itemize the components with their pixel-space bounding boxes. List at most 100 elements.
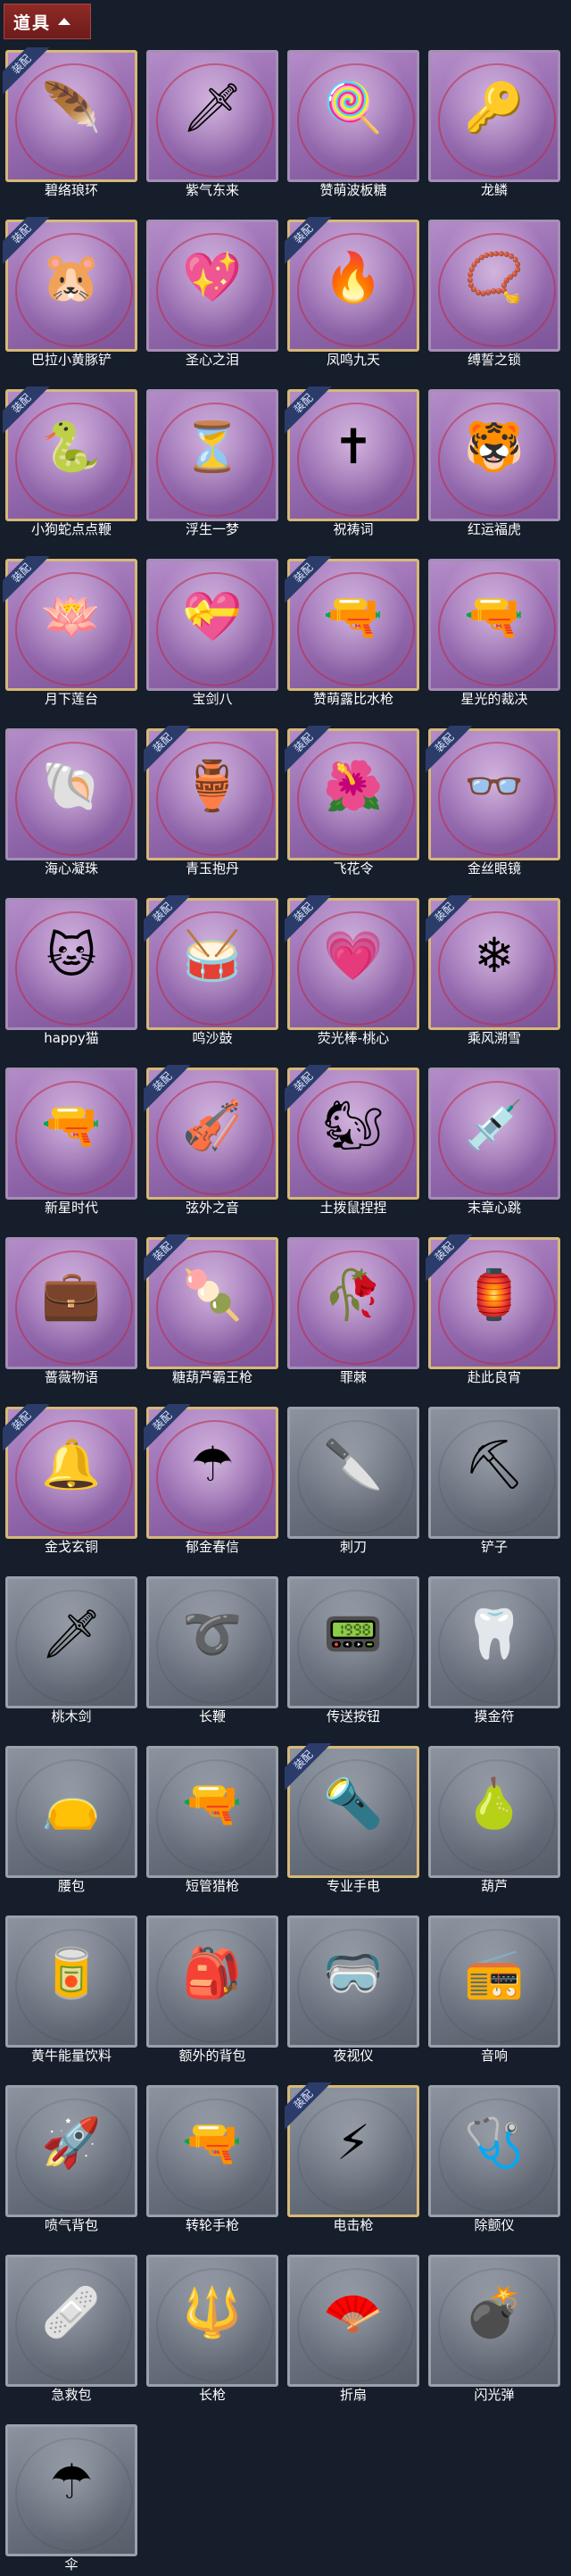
item-card[interactable]: 🩹 急救包	[5, 2255, 137, 2403]
item-name: 长鞭	[198, 1708, 226, 1724]
item-card-frame: 💼	[5, 1237, 137, 1369]
item-card-frame: 🔑	[428, 50, 560, 182]
equipped-badge-label: 装配	[285, 217, 336, 267]
item-image: 🥫	[41, 1945, 102, 2002]
item-card[interactable]: 🔫 短管猎枪	[146, 1746, 278, 1894]
equipped-badge-label: 装配	[285, 1065, 336, 1115]
item-card[interactable]: ☂ 伞	[5, 2424, 137, 2572]
item-card[interactable]: 🌺 装配 飞花令	[285, 726, 419, 877]
item-card[interactable]: 🏺 装配 青玉抱丹	[144, 726, 278, 877]
item-image: 🐚	[41, 758, 102, 815]
item-card-frame: 🦷	[428, 1576, 560, 1708]
item-name: 除颤仪	[474, 2217, 515, 2233]
item-card[interactable]: 🔱 长枪	[146, 2255, 278, 2403]
item-card[interactable]: 🔪 刺刀	[287, 1407, 419, 1555]
item-card[interactable]: 💗 装配 荧光棒-桃心	[285, 895, 419, 1046]
item-card[interactable]: 🔥 装配 凤鸣九天	[285, 217, 419, 368]
item-card[interactable]: 🍐 葫芦	[428, 1746, 560, 1894]
item-card[interactable]: 💖 圣心之泪	[146, 220, 278, 368]
item-card[interactable]: ⛏ 铲子	[428, 1407, 560, 1555]
item-name: 月下莲台	[44, 691, 98, 707]
item-name: 金丝眼镜	[467, 860, 521, 877]
item-card-frame: 🔪	[287, 1407, 419, 1539]
items-category-toggle[interactable]: 道具	[4, 4, 91, 39]
item-card[interactable]: 🔫 新星时代	[5, 1068, 137, 1216]
item-image: 🔫	[182, 1775, 243, 1832]
item-card[interactable]: 🗡 桃木剑	[5, 1576, 137, 1724]
item-card[interactable]: 🐯 红运福虎	[428, 389, 560, 537]
equipped-badge: 装配	[285, 556, 338, 610]
item-card[interactable]: 🗡 紫气东来	[146, 50, 278, 198]
equipped-badge-label: 装配	[144, 1404, 195, 1454]
item-name: 鸣沙鼓	[192, 1030, 233, 1046]
item-name: 红运福虎	[467, 521, 521, 537]
item-card[interactable]: ⚡ 装配 电击枪	[285, 2082, 419, 2233]
equipped-badge: 装配	[3, 1404, 56, 1458]
item-card[interactable]: 🚀 喷气背包	[5, 2085, 137, 2233]
item-card[interactable]: 🔦 装配 专业手电	[285, 1743, 419, 1894]
item-card[interactable]: 👝 腰包	[5, 1746, 137, 1894]
item-card[interactable]: 🔫 星光的裁决	[428, 559, 560, 707]
equipped-badge: 装配	[426, 1234, 479, 1288]
item-card[interactable]: 🔑 龙鳞	[428, 50, 560, 198]
item-card[interactable]: 💝 宝剑八	[146, 559, 278, 707]
item-card[interactable]: 🔔 装配 金戈玄铜	[3, 1404, 137, 1555]
item-card[interactable]: 💼 蔷薇物语	[5, 1237, 137, 1385]
equipped-badge-label: 装配	[3, 556, 54, 606]
item-card[interactable]: 🥁 装配 鸣沙鼓	[144, 895, 278, 1046]
item-image: 🔱	[182, 2284, 243, 2341]
item-card[interactable]: 🍡 装配 糖葫芦霸王枪	[144, 1234, 278, 1385]
item-card[interactable]: 🔫 装配 赞萌露比水枪	[285, 556, 419, 707]
item-image: ⚡	[336, 2115, 370, 2172]
item-card[interactable]: 🥫 黄牛能量饮料	[5, 1915, 137, 2064]
item-card[interactable]: 🦷 摸金符	[428, 1576, 560, 1724]
item-card-frame: 🥫	[5, 1915, 137, 2048]
item-image: 🗡	[40, 1606, 103, 1663]
item-card[interactable]: ⏳ 浮生一梦	[146, 389, 278, 537]
item-name: 土拨鼠捏捏	[319, 1200, 387, 1216]
item-card[interactable]: 🥽 夜视仪	[287, 1915, 419, 2064]
item-card[interactable]: 🪭 折扇	[287, 2255, 419, 2403]
item-card[interactable]: 🪶 装配 碧络琅环	[3, 47, 137, 198]
category-title: 道具	[13, 12, 52, 33]
item-card[interactable]: 📿 缚誓之锁	[428, 220, 560, 368]
item-card[interactable]: ✝ 装配 祝祷词	[285, 386, 419, 537]
item-name: 赞萌露比水枪	[312, 691, 393, 707]
item-card[interactable]: 🐹 装配 巴拉小黄豚铲	[3, 217, 137, 368]
item-name: 铲子	[480, 1539, 508, 1555]
item-card[interactable]: 🩺 除颤仪	[428, 2085, 560, 2233]
item-name: 浮生一梦	[185, 521, 239, 537]
item-name: 伞	[64, 2556, 79, 2572]
equipped-badge-label: 装配	[3, 47, 54, 97]
item-card[interactable]: 🐚 海心凝珠	[5, 728, 137, 877]
item-card[interactable]: ❄ 装配 乘风溯雪	[426, 895, 560, 1046]
item-image: ❄	[474, 927, 515, 985]
item-card[interactable]: 🎻 装配 弦外之音	[144, 1065, 278, 1216]
item-card[interactable]: 🐿 装配 土拨鼠捏捏	[285, 1065, 419, 1216]
item-card[interactable]: 📻 音响	[428, 1915, 560, 2064]
item-card[interactable]: 🔫 转轮手枪	[146, 2085, 278, 2233]
item-card[interactable]: 💉 末章心跳	[428, 1068, 560, 1216]
item-grid: 🪶 装配 碧络琅环 🗡 紫气东来 🍭 赞萌波板糖 🔑 龙鳞 🐹 装配 巴拉小黄豚铲 💖 圣心之泪 🔥 装配 凤鸣…	[3, 47, 560, 2572]
item-card[interactable]: 🪷 装配 月下莲台	[3, 556, 137, 707]
item-card-frame: 🩹	[5, 2255, 137, 2387]
item-card[interactable]: 🐱 happy猫	[5, 898, 137, 1046]
item-card[interactable]: ➰ 长鞭	[146, 1576, 278, 1724]
item-image: 🎒	[182, 1945, 243, 2002]
item-card[interactable]: 💣 闪光弹	[428, 2255, 560, 2403]
item-card[interactable]: 📟 传送按钮	[287, 1576, 419, 1724]
item-name: 宝剑八	[192, 691, 233, 707]
item-card[interactable]: 🥀 罪棘	[287, 1237, 419, 1385]
equipped-badge-label: 装配	[285, 2082, 336, 2132]
item-card[interactable]: ☂ 装配 郁金春信	[144, 1404, 278, 1555]
item-card-frame: 🐱	[5, 898, 137, 1030]
item-card[interactable]: 🐍 装配 小狗蛇点点鞭	[3, 386, 137, 537]
item-card[interactable]: 🏮 装配 赴此良宵	[426, 1234, 560, 1385]
item-card[interactable]: 🎒 额外的背包	[146, 1915, 278, 2064]
item-card-frame: 🥽	[287, 1915, 419, 2048]
item-card-frame: 🔱	[146, 2255, 278, 2387]
item-image: 📻	[464, 1945, 525, 2002]
item-card[interactable]: 🍭 赞萌波板糖	[287, 50, 419, 198]
item-name: 青玉抱丹	[185, 860, 239, 877]
item-card[interactable]: 👓 装配 金丝眼镜	[426, 726, 560, 877]
